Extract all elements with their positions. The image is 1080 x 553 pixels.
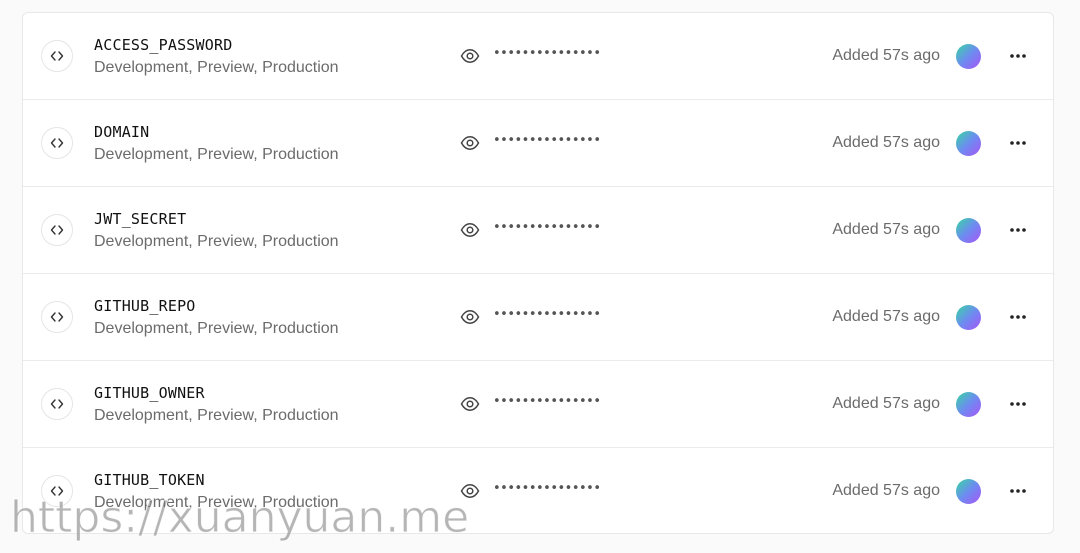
avatar — [956, 218, 981, 243]
avatar — [956, 479, 981, 504]
avatar — [956, 131, 981, 156]
code-brackets-icon — [41, 127, 73, 159]
eye-icon[interactable] — [459, 480, 481, 502]
code-brackets-icon — [41, 40, 73, 72]
masked-value: ••••••••••••••• — [493, 133, 601, 148]
variable-name: ACCESS_PASSWORD — [94, 36, 233, 54]
variable-name: GITHUB_OWNER — [94, 384, 205, 402]
variable-environments: Development, Preview, Production — [94, 320, 339, 337]
variable-environments: Development, Preview, Production — [94, 494, 339, 511]
more-horizontal-icon[interactable] — [1005, 392, 1031, 416]
variable-name: GITHUB_REPO — [94, 297, 196, 315]
avatar — [956, 305, 981, 330]
code-brackets-icon — [41, 475, 73, 507]
code-brackets-icon — [41, 214, 73, 246]
masked-value: ••••••••••••••• — [493, 481, 601, 496]
avatar — [956, 392, 981, 417]
variable-name: DOMAIN — [94, 123, 150, 141]
added-timestamp: Added 57s ago — [832, 47, 940, 64]
code-brackets-icon — [41, 388, 73, 420]
eye-icon[interactable] — [459, 393, 481, 415]
more-horizontal-icon[interactable] — [1005, 479, 1031, 503]
avatar — [956, 44, 981, 69]
eye-icon[interactable] — [459, 306, 481, 328]
masked-value: ••••••••••••••• — [493, 46, 601, 61]
eye-icon[interactable] — [459, 45, 481, 67]
added-timestamp: Added 57s ago — [832, 308, 940, 325]
variable-environments: Development, Preview, Production — [94, 59, 339, 76]
eye-icon[interactable] — [459, 132, 481, 154]
added-timestamp: Added 57s ago — [832, 221, 940, 238]
env-variable-row[interactable]: DOMAIN Development, Preview, Production … — [23, 100, 1053, 187]
env-variable-row[interactable]: GITHUB_TOKEN Development, Preview, Produ… — [23, 448, 1053, 533]
masked-value: ••••••••••••••• — [493, 220, 601, 235]
added-timestamp: Added 57s ago — [832, 395, 940, 412]
variable-environments: Development, Preview, Production — [94, 407, 339, 424]
env-variable-row[interactable]: JWT_SECRET Development, Preview, Product… — [23, 187, 1053, 274]
masked-value: ••••••••••••••• — [493, 307, 601, 322]
more-horizontal-icon[interactable] — [1005, 131, 1031, 155]
more-horizontal-icon[interactable] — [1005, 218, 1031, 242]
more-horizontal-icon[interactable] — [1005, 44, 1031, 68]
env-variable-row[interactable]: ACCESS_PASSWORD Development, Preview, Pr… — [23, 13, 1053, 100]
masked-value: ••••••••••••••• — [493, 394, 601, 409]
eye-icon[interactable] — [459, 219, 481, 241]
more-horizontal-icon[interactable] — [1005, 305, 1031, 329]
added-timestamp: Added 57s ago — [832, 134, 940, 151]
added-timestamp: Added 57s ago — [832, 482, 940, 499]
env-variable-row[interactable]: GITHUB_REPO Development, Preview, Produc… — [23, 274, 1053, 361]
variable-environments: Development, Preview, Production — [94, 146, 339, 163]
variable-name: JWT_SECRET — [94, 210, 187, 228]
variable-name: GITHUB_TOKEN — [94, 471, 205, 489]
variable-environments: Development, Preview, Production — [94, 233, 339, 250]
env-variable-row[interactable]: GITHUB_OWNER Development, Preview, Produ… — [23, 361, 1053, 448]
env-variables-list: ACCESS_PASSWORD Development, Preview, Pr… — [22, 12, 1054, 534]
code-brackets-icon — [41, 301, 73, 333]
